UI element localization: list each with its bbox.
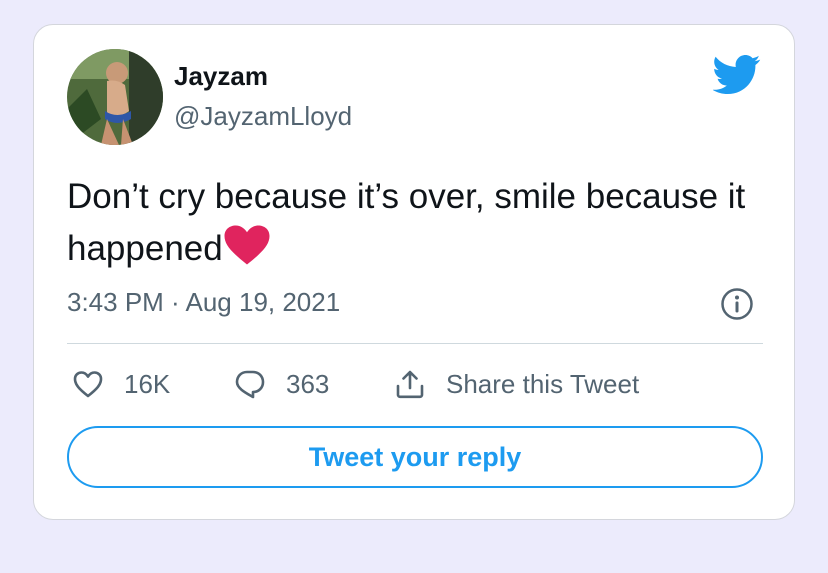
share-tweet-button[interactable]: Share this Tweet	[394, 367, 639, 401]
avatar[interactable]	[67, 49, 163, 145]
info-icon[interactable]	[720, 287, 754, 321]
divider	[67, 343, 763, 344]
reply-count: 363	[286, 368, 330, 399]
like-button[interactable]: 16K	[72, 367, 170, 401]
twitter-bird-icon[interactable]	[713, 55, 761, 95]
author-name[interactable]: Jayzam	[174, 61, 268, 92]
tweet-timestamp[interactable]: 3:43 PM · Aug 19, 2021	[67, 287, 340, 318]
reply-button-label: Tweet your reply	[308, 441, 522, 472]
reply-count-button[interactable]: 363	[234, 367, 329, 401]
speech-bubble-icon	[235, 370, 265, 399]
tweet-reply-button[interactable]: Tweet your reply	[67, 426, 763, 488]
heart-outline-icon	[73, 371, 103, 398]
red-heart-emoji	[224, 225, 270, 265]
tweet-text: Don’t cry because it’s over, smile becau…	[67, 171, 757, 275]
tweet-body: Don’t cry because it’s over, smile becau…	[67, 177, 746, 268]
author-handle[interactable]: @JayzamLloyd	[174, 101, 352, 132]
tweet-card: Jayzam @JayzamLloyd Don’t cry because it…	[33, 24, 795, 520]
avatar-photo	[67, 49, 163, 145]
like-count: 16K	[124, 368, 171, 399]
share-label: Share this Tweet	[446, 368, 640, 399]
share-upload-icon	[396, 370, 424, 399]
